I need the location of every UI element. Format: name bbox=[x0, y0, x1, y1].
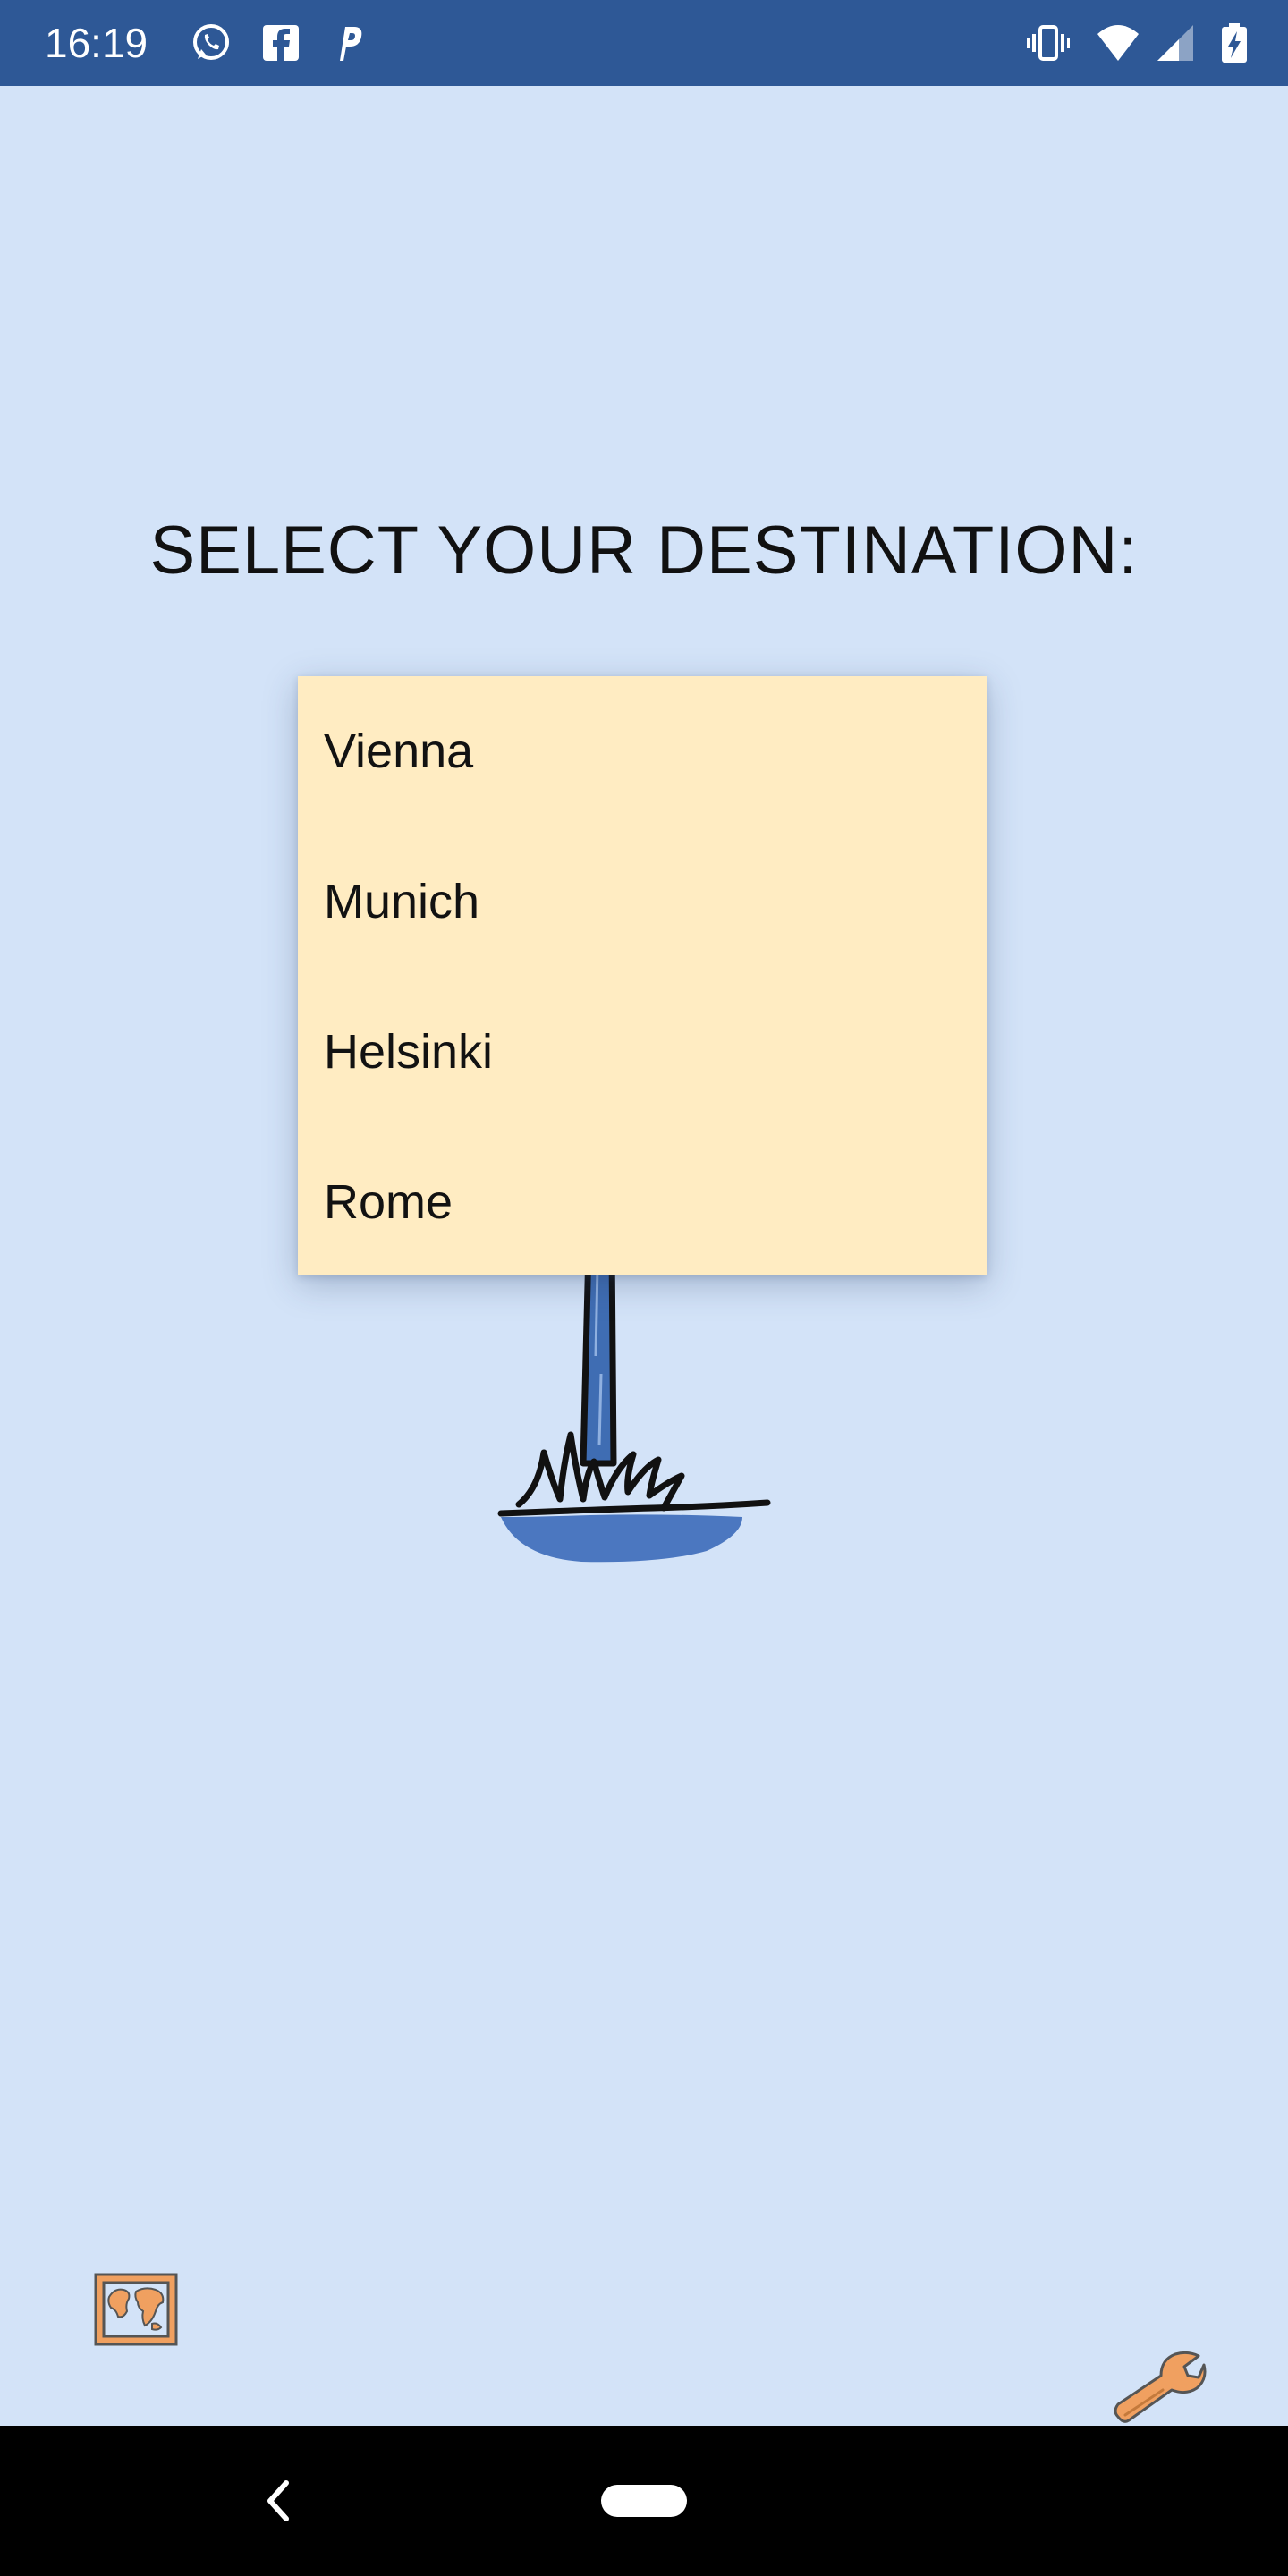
back-chevron-icon[interactable] bbox=[259, 2474, 295, 2528]
facebook-icon bbox=[263, 25, 299, 61]
home-pill-icon[interactable] bbox=[601, 2485, 687, 2517]
battery-charging-icon bbox=[1222, 23, 1247, 63]
whatsapp-icon bbox=[193, 24, 229, 60]
status-bar: 16:19 bbox=[0, 0, 1288, 86]
destination-dropdown: Vienna Munich Helsinki Rome bbox=[298, 676, 987, 1275]
destination-option[interactable]: Munich bbox=[298, 826, 987, 977]
status-time: 16:19 bbox=[45, 20, 148, 66]
vibrate-icon bbox=[1027, 25, 1070, 61]
world-map-icon[interactable] bbox=[93, 2272, 179, 2347]
signpost-icon bbox=[497, 1249, 771, 1563]
destination-option[interactable]: Vienna bbox=[298, 676, 987, 826]
navigation-bar bbox=[0, 2426, 1288, 2576]
wrench-icon[interactable] bbox=[1109, 2349, 1208, 2429]
page-title: SELECT YOUR DESTINATION: bbox=[149, 513, 1139, 589]
wifi-icon bbox=[1097, 25, 1139, 61]
parking-icon bbox=[340, 27, 362, 61]
destination-option[interactable]: Helsinki bbox=[298, 977, 987, 1127]
destination-screen: SELECT YOUR DESTINATION: Vienna Munich H… bbox=[0, 86, 1288, 2426]
destination-option[interactable]: Rome bbox=[298, 1127, 987, 1277]
cell-signal-icon bbox=[1157, 25, 1193, 61]
